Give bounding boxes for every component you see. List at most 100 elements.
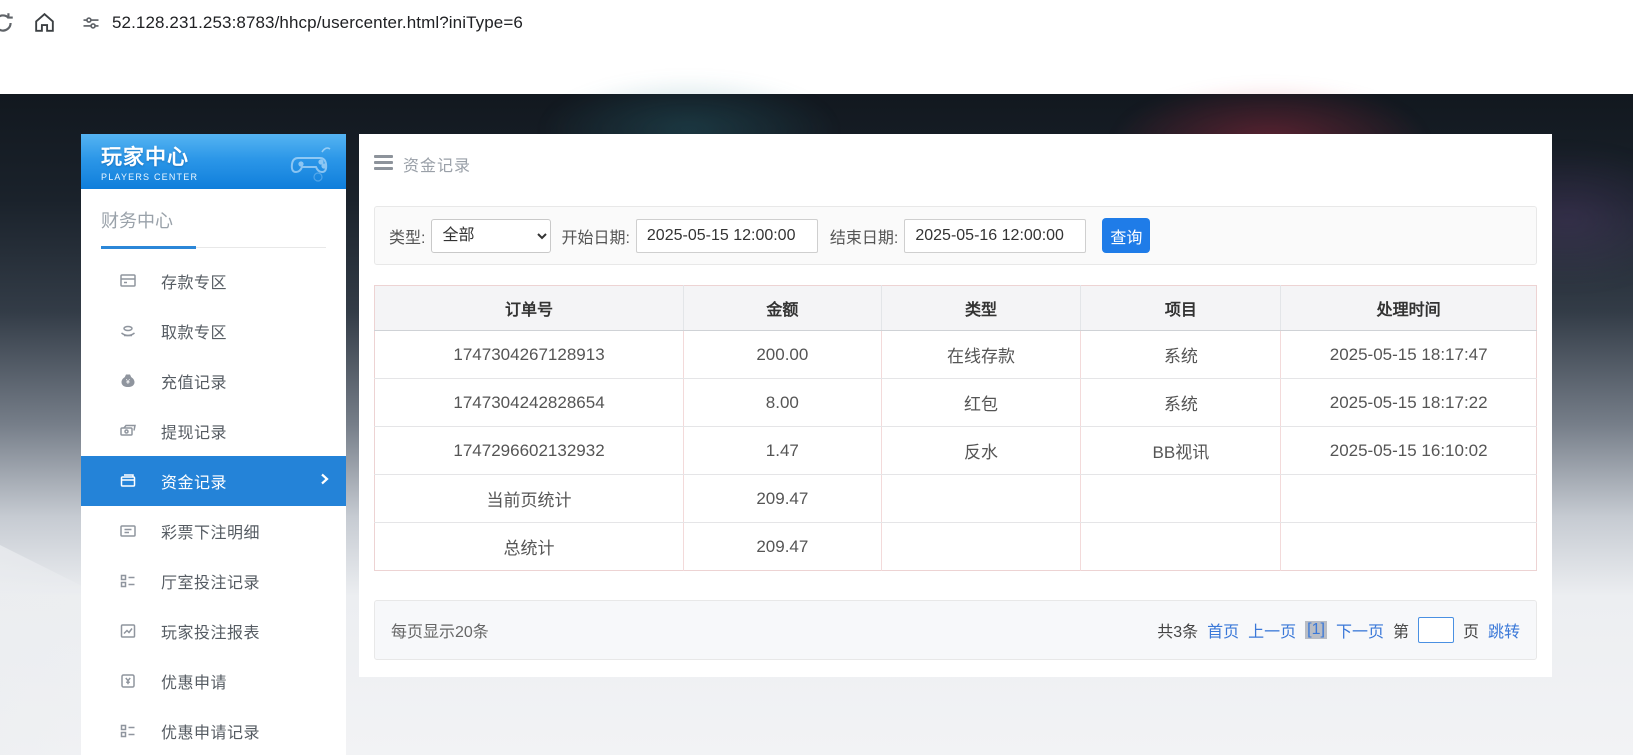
col-header-order-no: 订单号 — [374, 285, 685, 331]
main-panel: 资金记录 类型: 全部 开始日期: 结束日期: 查询 订单号 金额 类型 项目 … — [359, 134, 1552, 677]
deposit-machine-icon — [119, 271, 139, 291]
sidebar-item-label: 取款专区 — [161, 325, 228, 342]
sidebar-item-promo-apply[interactable]: 优惠申请 — [81, 656, 346, 706]
finance-center-label: 财务中心 — [101, 211, 173, 231]
sidebar-item-label: 资金记录 — [161, 475, 228, 492]
start-date-label: 开始日期: — [561, 229, 630, 247]
current-page-badge[interactable]: [1] — [1305, 621, 1327, 639]
jump-page-input[interactable] — [1417, 617, 1454, 643]
site-settings-icon[interactable] — [76, 8, 106, 38]
sidebar-item-fund-records[interactable]: 资金记录 — [81, 456, 346, 506]
jump-link[interactable]: 跳转 — [1488, 618, 1520, 642]
cell-amount: 200.00 — [683, 330, 882, 379]
sidebar-item-label: 优惠申请 — [161, 675, 228, 692]
home-icon[interactable] — [32, 10, 57, 40]
pagination-bar: 每页显示20条 共3条 首页 上一页 [1] 下一页 第 页 跳转 — [374, 600, 1537, 660]
cell-type: 反水 — [881, 426, 1082, 475]
sidebar-item-withdraw-zone[interactable]: 取款专区 — [81, 306, 346, 356]
filter-bar: 类型: 全部 开始日期: 结束日期: 查询 — [374, 206, 1537, 265]
cell-type: 红包 — [881, 378, 1082, 427]
hand-coins-icon — [119, 321, 139, 341]
first-page-link[interactable]: 首页 — [1207, 618, 1239, 642]
cell-project: BB视讯 — [1080, 426, 1282, 475]
sidebar-item-label: 充值记录 — [161, 375, 228, 392]
reload-icon[interactable] — [0, 10, 16, 41]
chevron-right-icon — [318, 472, 330, 490]
cell-project: 系统 — [1080, 378, 1282, 427]
search-button[interactable]: 查询 — [1102, 218, 1151, 253]
fund-records-table: 订单号 金额 类型 项目 处理时间 1747304267128913 200.0… — [374, 285, 1537, 571]
next-page-link[interactable]: 下一页 — [1336, 618, 1384, 642]
table-header-row: 订单号 金额 类型 项目 处理时间 — [374, 285, 1537, 331]
cell-order-no: 1747304242828654 — [374, 378, 685, 427]
promo-yen-icon — [119, 671, 139, 691]
url-text[interactable]: 52.128.231.253:8783/hhcp/usercenter.html… — [112, 13, 523, 33]
sidebar-item-label: 玩家投注报表 — [161, 625, 261, 642]
list-card-icon — [119, 521, 139, 541]
sidebar-item-label: 彩票下注明细 — [161, 525, 261, 542]
cell-order-no: 1747304267128913 — [374, 330, 685, 379]
sidebar-item-deposit-zone[interactable]: 存款专区 — [81, 256, 346, 306]
breadcrumb: 资金记录 — [374, 149, 471, 179]
sidebar-item-label: 优惠申请记录 — [161, 725, 261, 742]
sidebar-item-promo-apply-records[interactable]: 优惠申请记录 — [81, 706, 346, 755]
banknotes-icon — [119, 421, 139, 441]
cell-time: 2025-05-15 18:17:22 — [1280, 378, 1537, 427]
sidebar-item-player-bet-report[interactable]: 玩家投注报表 — [81, 606, 346, 656]
page-size-text: 每页显示20条 — [391, 624, 489, 641]
jump-suffix-text: 页 — [1462, 624, 1479, 641]
col-header-amount: 金额 — [683, 285, 882, 331]
section-divider — [101, 246, 326, 249]
sidebar: 玩家中心 PLAYERS CENTER 财务中心 存款专区 取款专区 ¥ 充值记… — [81, 134, 346, 755]
cell-amount: 209.47 — [683, 522, 882, 571]
sidebar-header: 玩家中心 PLAYERS CENTER — [81, 134, 346, 189]
sidebar-menu: 存款专区 取款专区 ¥ 充值记录 提现记录 资金记录 彩票下注明细 厅室投注记录… — [81, 256, 346, 755]
cell-time: 2025-05-15 18:17:47 — [1280, 330, 1537, 379]
total-count-text: 共3条 — [1157, 624, 1199, 641]
wallet-icon — [119, 471, 139, 491]
type-label: 类型: — [389, 229, 426, 247]
page-title: 资金记录 — [403, 158, 472, 175]
grid-list-icon — [119, 571, 139, 591]
screen: 52.128.231.253:8783/hhcp/usercenter.html… — [0, 0, 1633, 755]
sidebar-item-label: 提现记录 — [161, 425, 228, 442]
cell-summary-label: 当前页统计 — [374, 474, 685, 523]
sidebar-item-withdrawal-records[interactable]: 提现记录 — [81, 406, 346, 456]
cell-amount: 209.47 — [683, 474, 882, 523]
cell-summary-label: 总统计 — [374, 522, 685, 571]
omnibox[interactable]: 52.128.231.253:8783/hhcp/usercenter.html… — [76, 6, 523, 40]
table-row: 1747296602132932 1.47 反水 BB视讯 2025-05-15… — [374, 426, 1537, 475]
cell-type: 在线存款 — [881, 330, 1082, 379]
sidebar-section: 财务中心 — [81, 189, 346, 249]
col-header-project: 项目 — [1080, 285, 1282, 331]
cell-time: 2025-05-15 16:10:02 — [1280, 426, 1537, 475]
grid-list-icon — [119, 721, 139, 741]
col-header-type: 类型 — [881, 285, 1082, 331]
end-date-label: 结束日期: — [829, 229, 899, 247]
type-select[interactable]: 全部 — [431, 218, 552, 253]
sidebar-item-label: 存款专区 — [161, 275, 228, 292]
cell-order-no: 1747296602132932 — [374, 426, 685, 475]
cell-amount: 8.00 — [683, 378, 882, 427]
sidebar-item-label: 厅室投注记录 — [161, 575, 261, 592]
table-row-total-summary: 总统计 209.47 — [374, 522, 1537, 571]
menu-toggle-icon[interactable] — [374, 155, 393, 173]
svg-text:¥: ¥ — [126, 379, 130, 386]
prev-page-link[interactable]: 上一页 — [1248, 618, 1296, 642]
table-row-page-summary: 当前页统计 209.47 — [374, 474, 1537, 523]
sidebar-item-hall-bet-records[interactable]: 厅室投注记录 — [81, 556, 346, 606]
cell-amount: 1.47 — [683, 426, 882, 475]
start-date-input[interactable] — [635, 218, 818, 253]
browser-address-bar: 52.128.231.253:8783/hhcp/usercenter.html… — [0, 0, 1633, 46]
cell-project: 系统 — [1080, 330, 1282, 379]
gamepad-icon — [288, 142, 334, 187]
sidebar-item-lottery-bet-details[interactable]: 彩票下注明细 — [81, 506, 346, 556]
money-bag-icon: ¥ — [119, 371, 139, 391]
table-row: 1747304242828654 8.00 红包 系统 2025-05-15 1… — [374, 378, 1537, 427]
col-header-process-time: 处理时间 — [1280, 285, 1537, 331]
end-date-input[interactable] — [904, 218, 1087, 253]
jump-prefix-text: 第 — [1392, 624, 1409, 641]
chart-report-icon — [119, 621, 139, 641]
table-row: 1747304267128913 200.00 在线存款 系统 2025-05-… — [374, 330, 1537, 379]
sidebar-item-recharge-records[interactable]: ¥ 充值记录 — [81, 356, 346, 406]
